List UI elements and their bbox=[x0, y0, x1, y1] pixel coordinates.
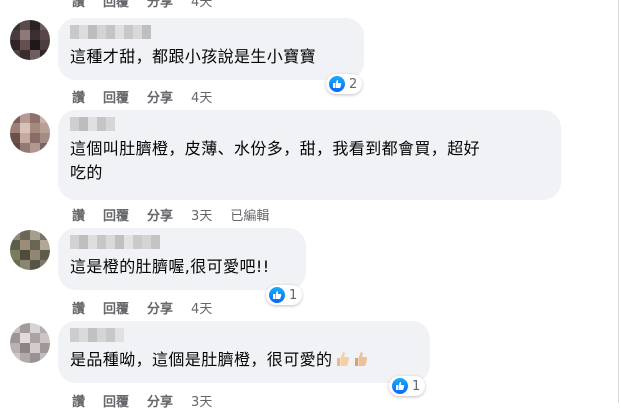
avatar[interactable] bbox=[10, 113, 50, 153]
comment-text: 這是橙的肚臍喔,很可愛吧!! bbox=[70, 257, 270, 276]
comment-actions: 讚 回覆 分享 4天 bbox=[72, 298, 230, 317]
reply-link[interactable]: 回覆 bbox=[103, 0, 129, 10]
reaction-count: 1 bbox=[289, 287, 298, 303]
avatar[interactable] bbox=[10, 20, 50, 60]
comment-text-content: 是品種呦，這個是肚臍橙，很可愛的 bbox=[70, 350, 333, 369]
reply-link[interactable]: 回覆 bbox=[103, 391, 129, 410]
reaction-count: 1 bbox=[412, 378, 421, 394]
like-link[interactable]: 讚 bbox=[72, 298, 85, 317]
comment-actions: 讚 回覆 分享 3天 bbox=[72, 391, 230, 410]
share-link[interactable]: 分享 bbox=[147, 87, 173, 106]
thumbs-up-emoji-icon bbox=[352, 350, 368, 368]
comment-actions: 讚 回覆 分享 3天 已編輯 bbox=[72, 205, 287, 224]
blurred-author-name[interactable] bbox=[70, 235, 294, 249]
comment-text: 這種才甜，都跟小孩說是生小寶寶 bbox=[70, 47, 317, 66]
like-link[interactable]: 讚 bbox=[72, 391, 85, 410]
share-link[interactable]: 分享 bbox=[147, 205, 173, 224]
feed-border bbox=[618, 0, 619, 403]
like-reaction-icon bbox=[329, 76, 345, 92]
comment-actions-previous: 讚 回覆 分享 4天 bbox=[72, 0, 230, 10]
blurred-author-name[interactable] bbox=[70, 25, 352, 39]
comment-bubble: 這個叫肚臍橙，皮薄、水份多，甜，我看到都會買，超好 吃的 bbox=[58, 110, 561, 200]
comment-actions: 讚 回覆 分享 4天 bbox=[72, 87, 230, 106]
timestamp[interactable]: 4天 bbox=[191, 87, 212, 106]
timestamp[interactable]: 4天 bbox=[191, 298, 212, 317]
reaction-summary[interactable]: 1 bbox=[266, 285, 303, 305]
like-reaction-icon bbox=[392, 378, 408, 394]
share-link[interactable]: 分享 bbox=[147, 0, 173, 10]
share-link[interactable]: 分享 bbox=[147, 391, 173, 410]
reply-link[interactable]: 回覆 bbox=[103, 87, 129, 106]
blurred-author-name[interactable] bbox=[70, 117, 549, 131]
blurred-author-name[interactable] bbox=[70, 328, 418, 342]
reaction-summary[interactable]: 2 bbox=[326, 74, 363, 94]
avatar[interactable] bbox=[10, 230, 50, 270]
timestamp[interactable]: 3天 bbox=[191, 391, 212, 410]
edited-label[interactable]: 已編輯 bbox=[230, 205, 269, 224]
share-link[interactable]: 分享 bbox=[147, 298, 173, 317]
like-link[interactable]: 讚 bbox=[72, 205, 85, 224]
like-link[interactable]: 讚 bbox=[72, 0, 85, 10]
comment-bubble: 是品種呦，這個是肚臍橙，很可愛的 bbox=[58, 321, 430, 383]
reply-link[interactable]: 回覆 bbox=[103, 298, 129, 317]
reply-link[interactable]: 回覆 bbox=[103, 205, 129, 224]
like-link[interactable]: 讚 bbox=[72, 87, 85, 106]
comment-text: 是品種呦，這個是肚臍橙，很可愛的 bbox=[70, 348, 418, 372]
comment-text: 這個叫肚臍橙，皮薄、水份多，甜，我看到都會買，超好 吃的 bbox=[70, 139, 481, 182]
timestamp[interactable]: 3天 bbox=[191, 205, 212, 224]
comment-bubble: 這是橙的肚臍喔,很可愛吧!! bbox=[58, 228, 306, 290]
avatar[interactable] bbox=[10, 323, 50, 363]
reaction-summary[interactable]: 1 bbox=[389, 376, 426, 396]
thumbs-up-emoji-icon bbox=[334, 350, 350, 368]
comment-bubble: 這種才甜，都跟小孩說是生小寶寶 bbox=[58, 18, 364, 80]
reaction-count: 2 bbox=[349, 76, 358, 92]
timestamp[interactable]: 4天 bbox=[191, 0, 212, 10]
like-reaction-icon bbox=[269, 287, 285, 303]
